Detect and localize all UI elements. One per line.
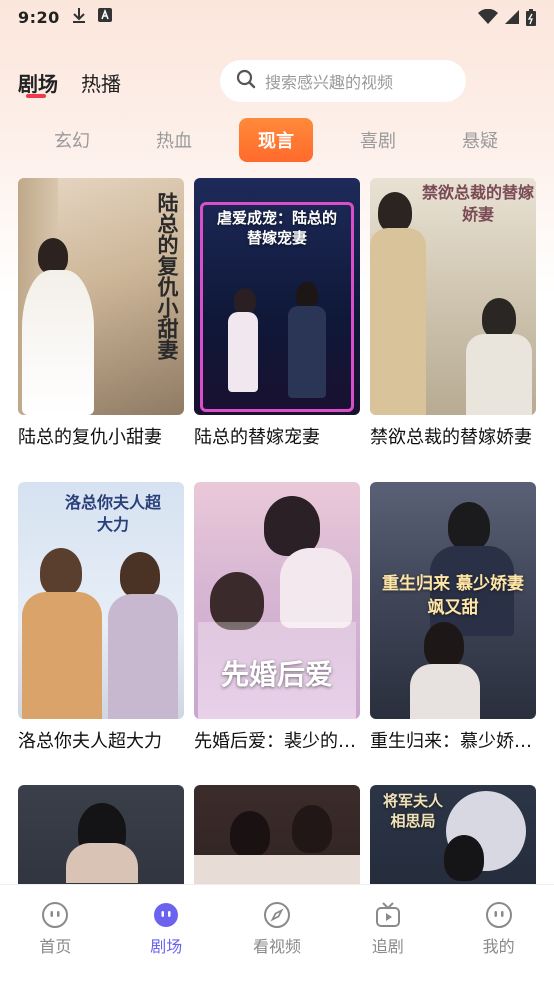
- nav-theater-label: 剧场: [150, 937, 183, 956]
- genre-chip-mystery[interactable]: 悬疑: [443, 118, 517, 162]
- nav-follow-drama[interactable]: 追剧: [332, 885, 443, 984]
- drama-title[interactable]: 陆总的替嫁宠妻: [194, 423, 360, 449]
- status-time: 9:20: [18, 7, 60, 27]
- actress-head: [234, 288, 256, 314]
- search-input[interactable]: 搜索感兴趣的视频: [220, 60, 466, 102]
- actor-jacket: [22, 592, 102, 719]
- compass-icon: [263, 901, 291, 929]
- nav-profile-label: 我的: [482, 937, 515, 956]
- drama-title[interactable]: 重生归来：慕少娇妻飒又甜: [370, 727, 536, 753]
- actress-blouse: [410, 664, 480, 719]
- genre-chip-modern-romance[interactable]: 现言: [239, 118, 313, 162]
- tab-theater[interactable]: 剧场: [18, 68, 58, 97]
- theater-icon: [152, 901, 180, 929]
- profile-smiley-icon: [485, 901, 513, 929]
- drama-poster[interactable]: 先婚后爱: [194, 482, 360, 719]
- nav-watch-video-label: 看视频: [252, 937, 301, 956]
- drama-card[interactable]: 虐爱成宠：陆总的替嫁宠妻 陆总的替嫁宠妻: [194, 178, 360, 449]
- actor-face: [66, 843, 138, 883]
- poster-light: [194, 855, 360, 885]
- drama-poster[interactable]: 重生归来 慕少娇妻飒又甜: [370, 482, 536, 719]
- actress-head: [378, 192, 412, 232]
- nav-profile[interactable]: 我的: [443, 885, 554, 984]
- actress-head: [120, 552, 160, 598]
- actor-suit: [288, 306, 326, 398]
- a-box-icon: [97, 8, 112, 26]
- actress-body: [370, 228, 426, 415]
- drama-card[interactable]: 先婚后爱 先婚后爱：裴少的小娇妻: [194, 482, 360, 753]
- download-icon: [72, 7, 86, 27]
- actor-shirt: [280, 548, 352, 628]
- drama-title[interactable]: 洛总你夫人超大力: [18, 727, 184, 753]
- actress-dress: [228, 312, 258, 392]
- poster-title-art: 将军夫人 相思局: [382, 792, 443, 830]
- drama-card[interactable]: 重生归来 慕少娇妻飒又甜 重生归来：慕少娇妻飒又甜: [370, 482, 536, 753]
- search-placeholder: 搜索感兴趣的视频: [265, 73, 394, 92]
- genre-chip-action[interactable]: 热血: [137, 118, 211, 162]
- tv-play-icon: [374, 901, 402, 929]
- actress-head: [230, 811, 270, 857]
- poster-title-art: 陆总的复仇小甜妻: [155, 192, 180, 360]
- actor-head: [448, 502, 490, 550]
- nav-theater[interactable]: 剧场: [111, 885, 222, 984]
- poster-title-art: 虐爱成宠：陆总的替嫁宠妻: [216, 209, 337, 247]
- drama-title[interactable]: 先婚后爱：裴少的小娇妻: [194, 727, 360, 753]
- poster-title-art: 禁欲总裁的替嫁娇妻: [422, 183, 535, 224]
- actor-head: [264, 496, 320, 556]
- drama-title[interactable]: 禁欲总裁的替嫁娇妻: [370, 423, 536, 449]
- battery-icon: [526, 8, 536, 26]
- actor-head: [40, 548, 82, 596]
- actor-head: [292, 805, 332, 853]
- nav-follow-drama-label: 追剧: [371, 937, 404, 956]
- nav-watch-video[interactable]: 看视频: [222, 885, 333, 984]
- nav-home[interactable]: 首页: [0, 885, 111, 984]
- search-icon: [236, 69, 256, 93]
- drama-poster[interactable]: 陆总的复仇小甜妻: [18, 178, 184, 415]
- poster-title-art: 先婚后爱: [220, 658, 333, 691]
- wedding-dress: [22, 270, 94, 415]
- drama-poster[interactable]: 禁欲总裁的替嫁娇妻: [370, 178, 536, 415]
- bottom-navigation: 首页 剧场 看视频 追剧 我的: [0, 884, 554, 984]
- actor-head: [482, 298, 516, 338]
- actor-body: [466, 334, 532, 415]
- nav-home-label: 首页: [39, 937, 72, 956]
- actress-dress: [108, 594, 178, 719]
- smiley-icon: [41, 901, 69, 929]
- drama-card[interactable]: 洛总你夫人超大力 洛总你夫人超大力: [18, 482, 184, 753]
- drama-poster[interactable]: 洛总你夫人超大力: [18, 482, 184, 719]
- tab-trending[interactable]: 热播: [81, 68, 121, 97]
- actor-head: [444, 835, 484, 881]
- actor-head: [296, 282, 318, 308]
- signal-icon: [504, 9, 520, 25]
- status-bar: 9:20: [0, 0, 554, 34]
- active-tab-indicator: [26, 94, 46, 98]
- bride-head: [38, 238, 68, 274]
- drama-card[interactable]: 禁欲总裁的替嫁娇妻 禁欲总裁的替嫁娇妻: [370, 178, 536, 449]
- drama-card[interactable]: 陆总的复仇小甜妻 陆总的复仇小甜妻: [18, 178, 184, 449]
- wifi-icon: [478, 9, 498, 25]
- genre-filter-bar: 玄幻 热血 现言 喜剧 悬疑: [0, 118, 554, 164]
- top-header: 剧场 热播 搜索感兴趣的视频: [0, 58, 554, 108]
- genre-chip-fantasy[interactable]: 玄幻: [35, 118, 109, 162]
- poster-title-art: 洛总你夫人超大力: [64, 493, 161, 534]
- actress-head: [424, 622, 464, 668]
- genre-chip-comedy[interactable]: 喜剧: [341, 118, 415, 162]
- poster-title-art: 重生归来 慕少娇妻飒又甜: [382, 574, 524, 618]
- drama-poster[interactable]: 虐爱成宠：陆总的替嫁宠妻: [194, 178, 360, 415]
- drama-title[interactable]: 陆总的复仇小甜妻: [18, 423, 184, 449]
